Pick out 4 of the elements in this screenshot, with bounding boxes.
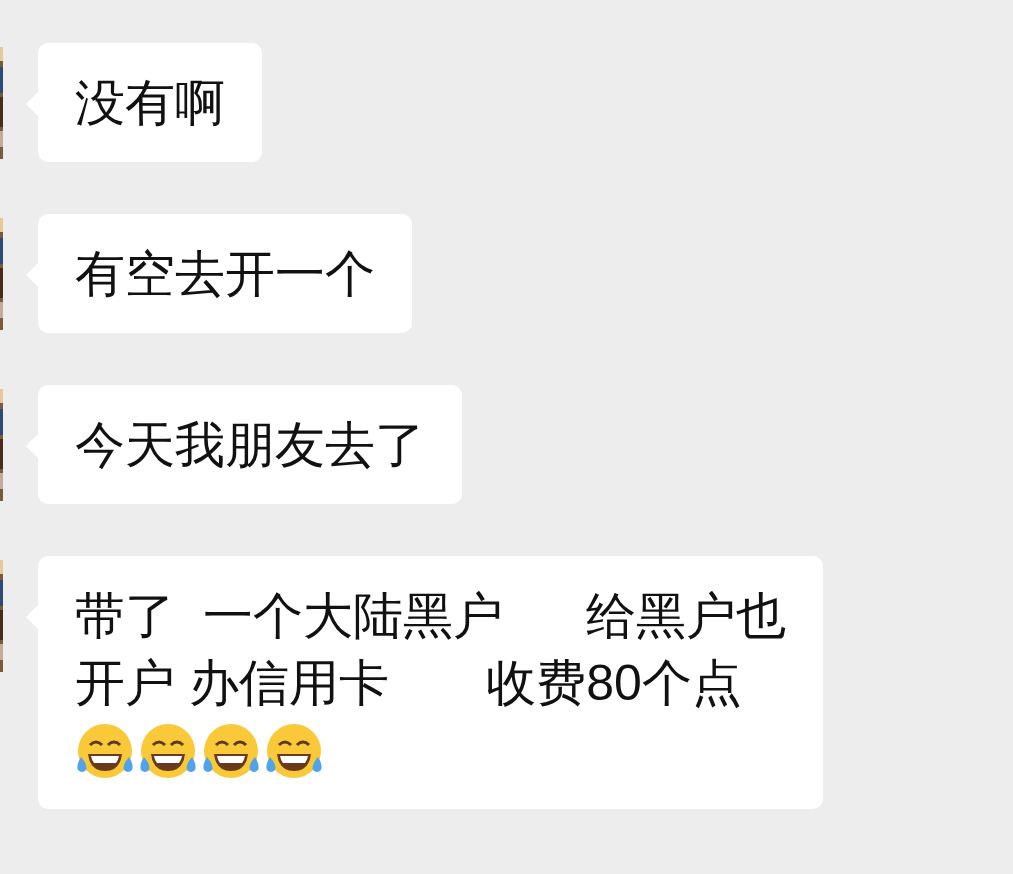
- message-text: 带了 一个大陆黑户 给黑户也 开户 办信用卡 收费80个点: [75, 587, 787, 713]
- message-text: 有空去开一个: [75, 245, 375, 304]
- message-text: 没有啊: [75, 74, 225, 133]
- message-text: 今天我朋友去了: [75, 416, 425, 475]
